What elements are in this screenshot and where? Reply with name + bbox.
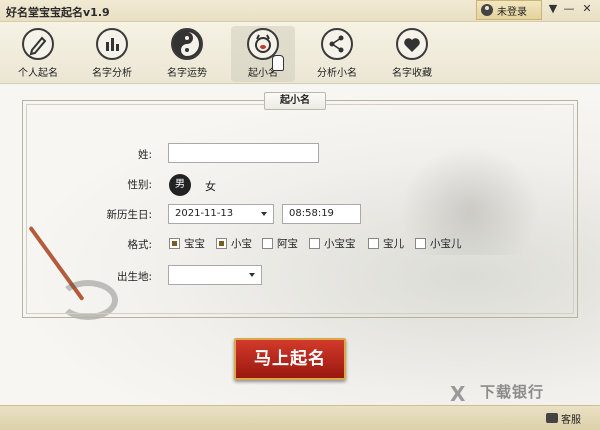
birthplace-select[interactable] [168, 265, 262, 285]
bar-chart-icon [96, 28, 128, 60]
format-checkbox[interactable] [368, 238, 379, 249]
login-label: 未登录 [497, 6, 527, 18]
login-button[interactable]: 未登录 [476, 0, 542, 20]
generate-name-button[interactable]: 马上起名 [234, 338, 346, 380]
format-option-label: 小宝宝 [324, 238, 356, 250]
status-bar [0, 405, 600, 430]
customer-service-button[interactable]: 客服 [546, 410, 581, 426]
tool-label: 起小名 [248, 68, 278, 79]
close-icon[interactable]: ✕ [580, 2, 594, 16]
chevron-down-icon [261, 212, 267, 216]
menu-dropdown-icon[interactable]: ▼ [546, 2, 560, 16]
birth-time-input[interactable]: 08:58:19 [282, 204, 361, 224]
tool-label: 名字运势 [167, 68, 207, 79]
pen-icon [22, 28, 54, 60]
tool-nickname[interactable]: 起小名 [231, 26, 295, 82]
tool-name-fortune[interactable]: 名字运势 [155, 26, 219, 82]
format-option-label: 宝宝 [184, 238, 205, 250]
hand-cursor-icon [272, 55, 284, 71]
tool-personal-naming[interactable]: 个人起名 [6, 26, 70, 82]
tool-label: 名字收藏 [392, 68, 432, 79]
format-label: 格式: [127, 239, 152, 251]
format-checkbox[interactable] [216, 238, 227, 249]
surname-input[interactable] [168, 143, 319, 163]
gender-label: 性别: [127, 179, 152, 191]
format-checkbox[interactable] [415, 238, 426, 249]
birthday-label: 新历生日: [106, 209, 152, 221]
section-title: 起小名 [264, 92, 326, 110]
gender-male-toggle[interactable]: 男 [169, 174, 191, 196]
share-icon [321, 28, 353, 60]
format-checkbox[interactable] [262, 238, 273, 249]
surname-label: 姓: [137, 149, 152, 161]
format-option-label: 小宝 [231, 238, 252, 250]
watermark-logo-icon: X [450, 382, 466, 406]
yin-yang-icon [171, 28, 203, 60]
heart-icon [396, 28, 428, 60]
chat-icon [546, 413, 558, 423]
gender-female-option[interactable]: 女 [205, 178, 216, 194]
tool-label: 名字分析 [92, 68, 132, 79]
customer-service-label: 客服 [561, 414, 581, 426]
tool-analyze-nickname[interactable]: 分析小名 [305, 26, 369, 82]
birth-date-value: 2021-11-13 [175, 208, 234, 219]
main-toolbar: 个人起名 名字分析 名字运势 起小名 分析小名 名字收藏 [0, 22, 600, 84]
format-checkbox[interactable] [309, 238, 320, 249]
format-option-label: 宝儿 [383, 238, 404, 250]
format-checkbox[interactable] [169, 238, 180, 249]
tool-name-favorites[interactable]: 名字收藏 [380, 26, 444, 82]
app-title: 好名堂宝宝起名v1.9 [6, 6, 110, 19]
minimize-icon[interactable]: — [562, 2, 576, 16]
main-panel: 起小名 姓: 性别: 男 女 新历生日: 2021-11-13 08:58:19… [0, 85, 600, 405]
watermark: X 下载银行 [450, 380, 590, 406]
birth-date-picker[interactable]: 2021-11-13 [168, 204, 274, 224]
format-option-label: 小宝儿 [430, 238, 462, 250]
watermark-text: 下载银行 [480, 383, 545, 401]
format-option-label: 阿宝 [277, 238, 298, 250]
tool-label: 分析小名 [317, 68, 357, 79]
tool-label: 个人起名 [18, 68, 58, 79]
birthplace-label: 出生地: [116, 271, 152, 283]
chevron-down-icon [249, 273, 255, 277]
tool-name-analysis[interactable]: 名字分析 [80, 26, 144, 82]
user-icon [481, 4, 493, 16]
title-bar: 好名堂宝宝起名v1.9 未登录 ▼ — ✕ [0, 0, 600, 22]
